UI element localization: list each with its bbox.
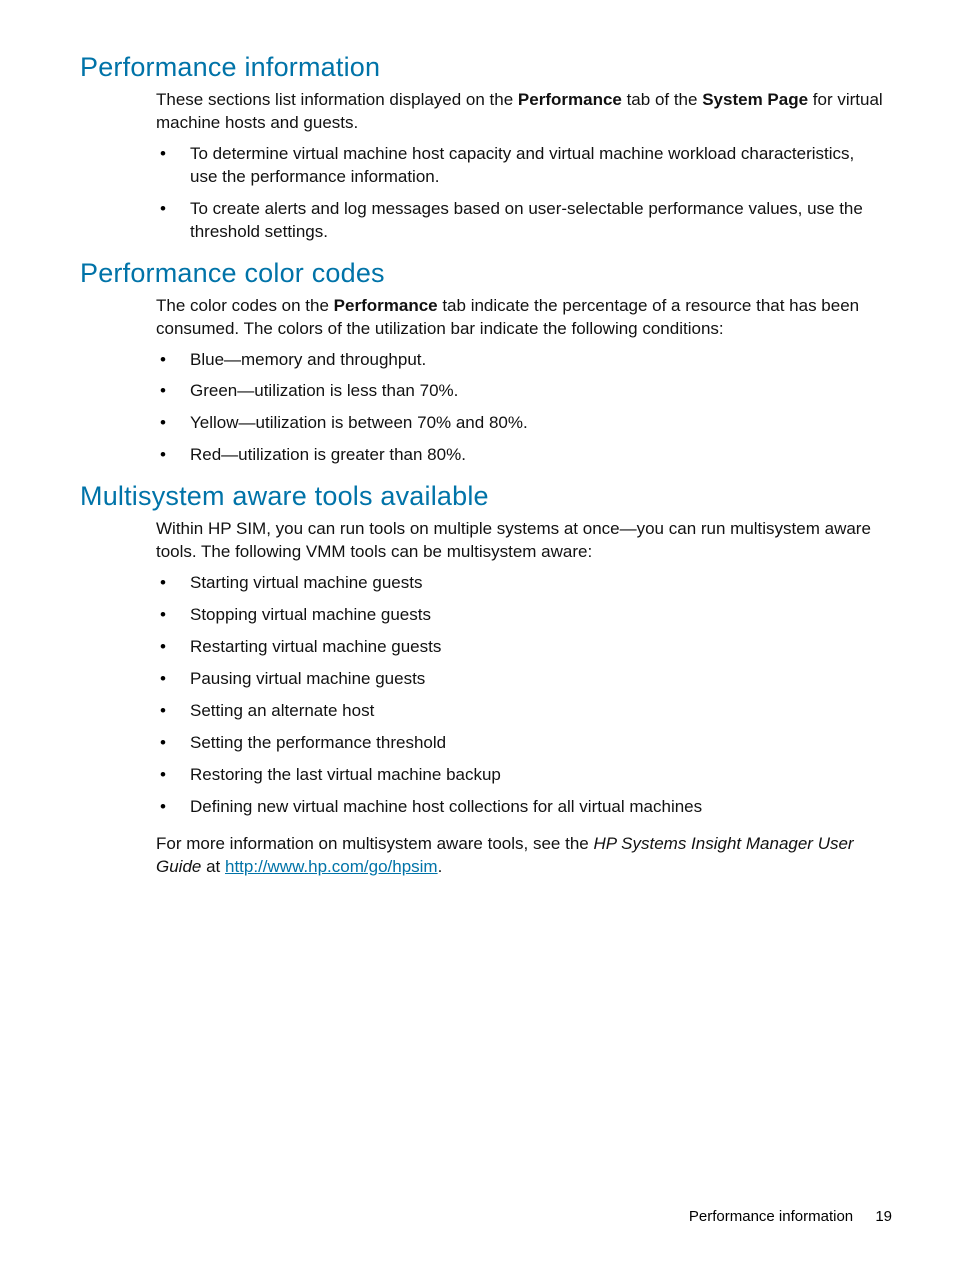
heading-performance-information: Performance information	[80, 52, 894, 83]
section-body: Within HP SIM, you can run tools on mult…	[156, 518, 884, 878]
bold-system-page: System Page	[702, 90, 808, 109]
bullet-list: To determine virtual machine host capaci…	[156, 143, 884, 244]
heading-multisystem-aware-tools: Multisystem aware tools available	[80, 481, 894, 512]
list-item: Blue—memory and throughput.	[156, 349, 884, 372]
page-number: 19	[875, 1208, 892, 1225]
list-item: Red—utilization is greater than 80%.	[156, 444, 884, 467]
list-item: Restoring the last virtual machine backu…	[156, 764, 884, 787]
footer-label: Performance information	[689, 1208, 853, 1225]
list-item: Setting an alternate host	[156, 700, 884, 723]
closing-paragraph: For more information on multisystem awar…	[156, 833, 884, 879]
document-page: Performance information These sections l…	[0, 0, 954, 1271]
text-fragment: at	[201, 857, 225, 876]
text-fragment: .	[438, 857, 443, 876]
list-item: Yellow—utilization is between 70% and 80…	[156, 412, 884, 435]
bullet-list: Blue—memory and throughput. Green—utiliz…	[156, 349, 884, 468]
bold-performance: Performance	[334, 296, 438, 315]
bold-performance: Performance	[518, 90, 622, 109]
text-fragment: tab of the	[622, 90, 702, 109]
text-fragment: For more information on multisystem awar…	[156, 834, 593, 853]
section-body: These sections list information displaye…	[156, 89, 884, 244]
list-item: Green—utilization is less than 70%.	[156, 380, 884, 403]
text-fragment: These sections list information displaye…	[156, 90, 518, 109]
section-body: The color codes on the Performance tab i…	[156, 295, 884, 468]
list-item: Restarting virtual machine guests	[156, 636, 884, 659]
link-hpsim[interactable]: http://www.hp.com/go/hpsim	[225, 857, 438, 876]
list-item: Defining new virtual machine host collec…	[156, 796, 884, 819]
list-item: To determine virtual machine host capaci…	[156, 143, 884, 189]
bullet-list: Starting virtual machine guests Stopping…	[156, 572, 884, 819]
heading-performance-color-codes: Performance color codes	[80, 258, 894, 289]
text-fragment: The color codes on the	[156, 296, 334, 315]
list-item: Stopping virtual machine guests	[156, 604, 884, 627]
list-item: Setting the performance threshold	[156, 732, 884, 755]
list-item: To create alerts and log messages based …	[156, 198, 884, 244]
intro-paragraph: These sections list information displaye…	[156, 89, 884, 135]
list-item: Pausing virtual machine guests	[156, 668, 884, 691]
page-footer: Performance information 19	[689, 1208, 892, 1225]
list-item: Starting virtual machine guests	[156, 572, 884, 595]
intro-paragraph: Within HP SIM, you can run tools on mult…	[156, 518, 884, 564]
intro-paragraph: The color codes on the Performance tab i…	[156, 295, 884, 341]
